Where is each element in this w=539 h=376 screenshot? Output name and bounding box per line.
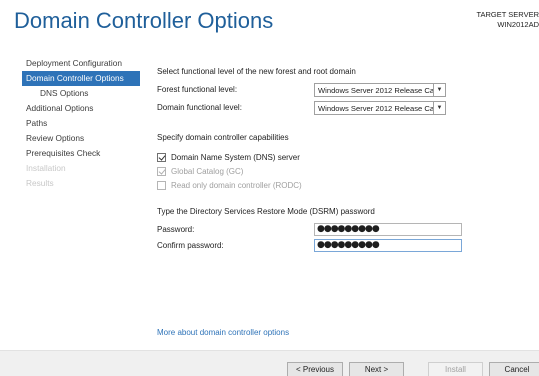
confirm-password-label: Confirm password: [157,241,224,250]
chevron-down-icon: ▼ [433,84,445,96]
password-label: Password: [157,225,195,234]
dns-server-checkbox-row[interactable]: Domain Name System (DNS) server [157,151,300,163]
sidebar-item-prerequisites-check[interactable]: Prerequisites Check [0,146,140,161]
forest-level-value: Windows Server 2012 Release Ca [318,85,433,95]
dns-server-checkbox[interactable] [157,152,166,162]
domain-level-label: Domain functional level: [157,103,242,112]
wizard-page: Domain Controller Options TARGET SERVER … [0,0,539,376]
next-button[interactable]: Next > [349,362,404,376]
forest-level-label: Forest functional level: [157,85,238,94]
confirm-password-field[interactable]: ●●●●●●●●● [314,239,462,252]
install-button: Install [428,362,483,376]
rodc-checkbox [157,180,166,190]
dsrm-heading: Type the Directory Services Restore Mode… [157,207,375,216]
rodc-label: Read only domain controller (RODC) [171,180,302,190]
dns-server-label: Domain Name System (DNS) server [171,152,300,162]
sidebar-item-results: Results [26,178,54,188]
sidebar-item-dns-options[interactable]: DNS Options [0,86,140,101]
sidebar-nav: Deployment Configuration Domain Controll… [0,56,140,191]
main-content: Select functional level of the new fores… [157,0,539,376]
footer-bar: < Previous Next > Install Cancel [0,350,539,376]
sidebar-item-installation: Installation [26,163,66,173]
domain-level-value: Windows Server 2012 Release Ca [318,103,433,113]
sidebar-item-domain-controller-options[interactable]: Domain Controller Options [22,71,140,86]
cancel-button[interactable]: Cancel [489,362,539,376]
previous-button[interactable]: < Previous [287,362,343,376]
global-catalog-checkbox-row: Global Catalog (GC) [157,165,243,177]
forest-level-dropdown[interactable]: Windows Server 2012 Release Ca ▼ [314,83,446,97]
global-catalog-checkbox [157,166,166,176]
global-catalog-label: Global Catalog (GC) [171,166,244,176]
sidebar-item-paths[interactable]: Paths [0,116,140,131]
chevron-down-icon: ▼ [433,102,445,114]
capabilities-heading: Specify domain controller capabilities [157,133,289,142]
rodc-checkbox-row: Read only domain controller (RODC) [157,179,302,191]
sidebar-item-additional-options[interactable]: Additional Options [0,101,140,116]
domain-level-dropdown[interactable]: Windows Server 2012 Release Ca ▼ [314,101,446,115]
more-about-link[interactable]: More about domain controller options [157,328,289,337]
sidebar-item-review-options[interactable]: Review Options [0,131,140,146]
functional-level-heading: Select functional level of the new fores… [157,67,356,76]
password-field[interactable]: ●●●●●●●●● [314,223,462,236]
sidebar-item-deployment-configuration[interactable]: Deployment Configuration [0,56,140,71]
